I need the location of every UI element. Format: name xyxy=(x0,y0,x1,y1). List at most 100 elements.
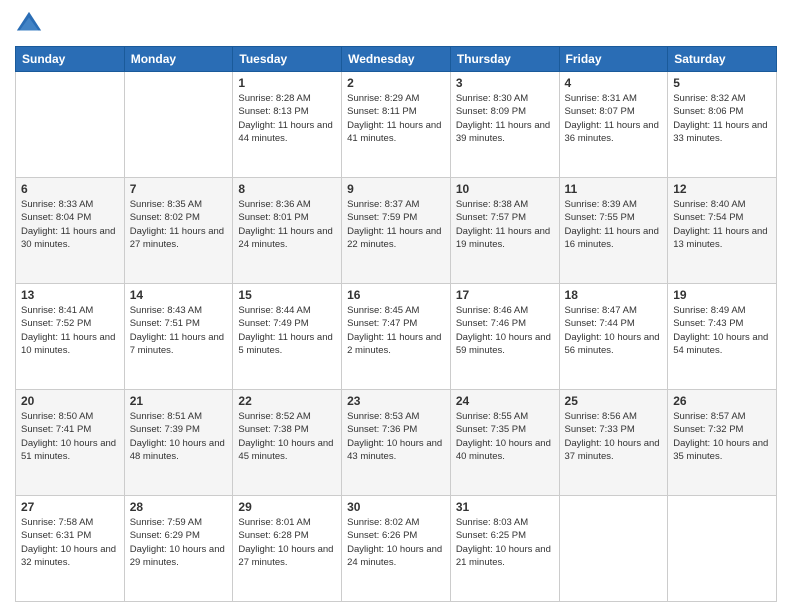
logo-icon xyxy=(15,10,43,38)
day-info: Sunrise: 8:02 AM Sunset: 6:26 PM Dayligh… xyxy=(347,516,445,569)
day-number: 22 xyxy=(238,394,336,408)
calendar-cell: 14Sunrise: 8:43 AM Sunset: 7:51 PM Dayli… xyxy=(124,284,233,390)
calendar-week-row: 13 Sunrise: 8:41 AM Sunset: 7:52 PM Dayli… xyxy=(16,284,777,390)
day-number: 9 xyxy=(347,182,445,196)
calendar-week-row: 20 Sunrise: 8:50 AM Sunset: 7:41 PM Dayli… xyxy=(16,390,777,496)
day-number: 29 xyxy=(238,500,336,514)
calendar-cell: 19 Sunrise: 8:49 AM Sunset: 7:43 PM Dayli… xyxy=(668,284,777,390)
day-info: Sunrise: 8:46 AM Sunset: 7:46 PM Dayligh… xyxy=(456,304,554,357)
calendar-cell xyxy=(559,496,668,602)
day-number: 4 xyxy=(565,76,663,90)
day-number: 14 xyxy=(130,288,228,302)
day-info: Sunrise: 8:50 AM Sunset: 7:41 PM Dayligh… xyxy=(21,410,119,463)
day-info: Sunrise: 8:47 AM Sunset: 7:44 PM Dayligh… xyxy=(565,304,663,357)
calendar-cell: 11 Sunrise: 8:39 AM Sunset: 7:55 PM Dayli… xyxy=(559,178,668,284)
calendar-cell xyxy=(16,72,125,178)
day-number: 18 xyxy=(565,288,663,302)
calendar-week-row: 1 Sunrise: 8:28 AM Sunset: 8:13 PM Daylig… xyxy=(16,72,777,178)
calendar-cell: 30 Sunrise: 8:02 AM Sunset: 6:26 PM Dayli… xyxy=(342,496,451,602)
day-number: 7 xyxy=(130,182,228,196)
calendar-week-row: 6Sunrise: 8:33 AM Sunset: 8:04 PM Daylig… xyxy=(16,178,777,284)
day-number: 23 xyxy=(347,394,445,408)
day-info: Sunrise: 8:40 AM Sunset: 7:54 PM Dayligh… xyxy=(673,198,771,251)
day-number: 28 xyxy=(130,500,228,514)
day-number: 17 xyxy=(456,288,554,302)
day-number: 19 xyxy=(673,288,771,302)
day-number: 1 xyxy=(238,76,336,90)
day-info: Sunrise: 8:28 AM Sunset: 8:13 PM Dayligh… xyxy=(238,92,336,145)
day-info: Sunrise: 8:41 AM Sunset: 7:52 PM Dayligh… xyxy=(21,304,119,357)
day-number: 13 xyxy=(21,288,119,302)
day-of-week-header: Wednesday xyxy=(342,47,451,72)
calendar-cell: 4 Sunrise: 8:31 AM Sunset: 8:07 PM Daylig… xyxy=(559,72,668,178)
calendar-cell: 27 Sunrise: 7:58 AM Sunset: 6:31 PM Dayli… xyxy=(16,496,125,602)
calendar-cell: 17 Sunrise: 8:46 AM Sunset: 7:46 PM Dayli… xyxy=(450,284,559,390)
day-number: 6 xyxy=(21,182,119,196)
calendar-cell: 28 Sunrise: 7:59 AM Sunset: 6:29 PM Dayli… xyxy=(124,496,233,602)
day-info: Sunrise: 8:01 AM Sunset: 6:28 PM Dayligh… xyxy=(238,516,336,569)
calendar-cell: 26 Sunrise: 8:57 AM Sunset: 7:32 PM Dayli… xyxy=(668,390,777,496)
header xyxy=(15,10,777,38)
calendar-cell: 2 Sunrise: 8:29 AM Sunset: 8:11 PM Daylig… xyxy=(342,72,451,178)
calendar-cell: 29 Sunrise: 8:01 AM Sunset: 6:28 PM Dayli… xyxy=(233,496,342,602)
calendar-cell: 3 Sunrise: 8:30 AM Sunset: 8:09 PM Daylig… xyxy=(450,72,559,178)
calendar-cell: 1 Sunrise: 8:28 AM Sunset: 8:13 PM Daylig… xyxy=(233,72,342,178)
day-info: Sunrise: 8:32 AM Sunset: 8:06 PM Dayligh… xyxy=(673,92,771,145)
day-info: Sunrise: 7:59 AM Sunset: 6:29 PM Dayligh… xyxy=(130,516,228,569)
day-number: 5 xyxy=(673,76,771,90)
day-info: Sunrise: 8:45 AM Sunset: 7:47 PM Dayligh… xyxy=(347,304,445,357)
day-info: Sunrise: 8:55 AM Sunset: 7:35 PM Dayligh… xyxy=(456,410,554,463)
day-info: Sunrise: 8:30 AM Sunset: 8:09 PM Dayligh… xyxy=(456,92,554,145)
calendar-cell: 5 Sunrise: 8:32 AM Sunset: 8:06 PM Daylig… xyxy=(668,72,777,178)
calendar-cell: 21Sunrise: 8:51 AM Sunset: 7:39 PM Dayli… xyxy=(124,390,233,496)
day-of-week-header: Friday xyxy=(559,47,668,72)
calendar-cell: 10Sunrise: 8:38 AM Sunset: 7:57 PM Dayli… xyxy=(450,178,559,284)
day-info: Sunrise: 8:03 AM Sunset: 6:25 PM Dayligh… xyxy=(456,516,554,569)
page: SundayMondayTuesdayWednesdayThursdayFrid… xyxy=(0,0,792,612)
day-number: 27 xyxy=(21,500,119,514)
calendar-cell: 25Sunrise: 8:56 AM Sunset: 7:33 PM Dayli… xyxy=(559,390,668,496)
calendar-cell: 15 Sunrise: 8:44 AM Sunset: 7:49 PM Dayli… xyxy=(233,284,342,390)
day-number: 26 xyxy=(673,394,771,408)
calendar-cell: 16 Sunrise: 8:45 AM Sunset: 7:47 PM Dayli… xyxy=(342,284,451,390)
logo xyxy=(15,10,47,38)
day-of-week-header: Sunday xyxy=(16,47,125,72)
day-number: 3 xyxy=(456,76,554,90)
day-number: 16 xyxy=(347,288,445,302)
calendar-cell: 23 Sunrise: 8:53 AM Sunset: 7:36 PM Dayli… xyxy=(342,390,451,496)
day-info: Sunrise: 8:31 AM Sunset: 8:07 PM Dayligh… xyxy=(565,92,663,145)
day-number: 12 xyxy=(673,182,771,196)
calendar-cell: 20 Sunrise: 8:50 AM Sunset: 7:41 PM Dayli… xyxy=(16,390,125,496)
calendar-cell: 6Sunrise: 8:33 AM Sunset: 8:04 PM Daylig… xyxy=(16,178,125,284)
calendar-cell: 24 Sunrise: 8:55 AM Sunset: 7:35 PM Dayli… xyxy=(450,390,559,496)
day-number: 24 xyxy=(456,394,554,408)
day-of-week-header: Saturday xyxy=(668,47,777,72)
day-number: 8 xyxy=(238,182,336,196)
calendar-table: SundayMondayTuesdayWednesdayThursdayFrid… xyxy=(15,46,777,602)
day-info: Sunrise: 8:51 AM Sunset: 7:39 PM Dayligh… xyxy=(130,410,228,463)
day-number: 25 xyxy=(565,394,663,408)
day-info: Sunrise: 8:35 AM Sunset: 8:02 PM Dayligh… xyxy=(130,198,228,251)
day-of-week-header: Thursday xyxy=(450,47,559,72)
calendar-cell xyxy=(124,72,233,178)
day-info: Sunrise: 8:44 AM Sunset: 7:49 PM Dayligh… xyxy=(238,304,336,357)
day-info: Sunrise: 8:36 AM Sunset: 8:01 PM Dayligh… xyxy=(238,198,336,251)
day-info: Sunrise: 8:29 AM Sunset: 8:11 PM Dayligh… xyxy=(347,92,445,145)
day-number: 20 xyxy=(21,394,119,408)
calendar-cell: 9Sunrise: 8:37 AM Sunset: 7:59 PM Daylig… xyxy=(342,178,451,284)
calendar-cell: 31Sunrise: 8:03 AM Sunset: 6:25 PM Dayli… xyxy=(450,496,559,602)
calendar-week-row: 27 Sunrise: 7:58 AM Sunset: 6:31 PM Dayli… xyxy=(16,496,777,602)
day-info: Sunrise: 7:58 AM Sunset: 6:31 PM Dayligh… xyxy=(21,516,119,569)
calendar-cell: 18 Sunrise: 8:47 AM Sunset: 7:44 PM Dayli… xyxy=(559,284,668,390)
calendar-cell xyxy=(668,496,777,602)
day-number: 30 xyxy=(347,500,445,514)
calendar-cell: 12 Sunrise: 8:40 AM Sunset: 7:54 PM Dayli… xyxy=(668,178,777,284)
day-number: 15 xyxy=(238,288,336,302)
day-number: 11 xyxy=(565,182,663,196)
day-info: Sunrise: 8:49 AM Sunset: 7:43 PM Dayligh… xyxy=(673,304,771,357)
day-info: Sunrise: 8:57 AM Sunset: 7:32 PM Dayligh… xyxy=(673,410,771,463)
day-info: Sunrise: 8:53 AM Sunset: 7:36 PM Dayligh… xyxy=(347,410,445,463)
day-info: Sunrise: 8:39 AM Sunset: 7:55 PM Dayligh… xyxy=(565,198,663,251)
day-number: 10 xyxy=(456,182,554,196)
day-number: 2 xyxy=(347,76,445,90)
